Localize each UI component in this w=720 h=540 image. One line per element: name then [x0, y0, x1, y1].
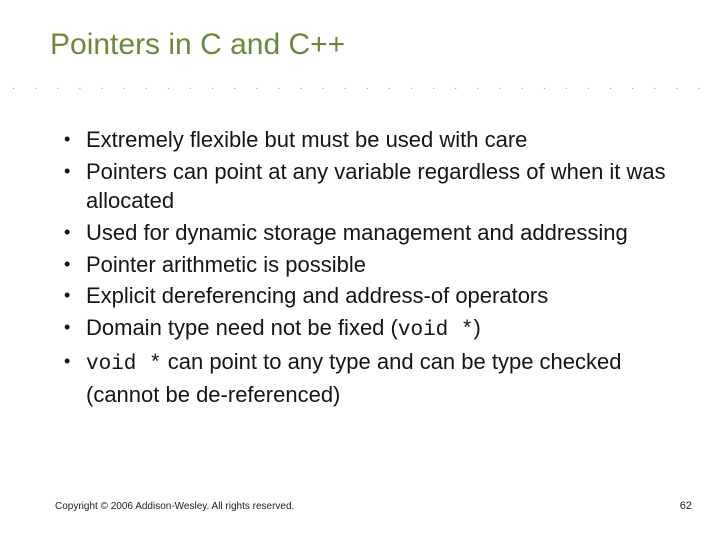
slide: Pointers in C and C++ . . . . . . . . . … — [0, 0, 720, 540]
bullet-item: Extremely flexible but must be used with… — [60, 125, 680, 155]
bullet-text-suffix: ) — [473, 315, 480, 340]
bullet-code: void * — [398, 319, 474, 342]
bullet-code: void * — [86, 353, 162, 376]
divider-dots: . . . . . . . . . . . . . . . . . . . . … — [12, 80, 708, 90]
bullet-item: void * can point to any type and can be … — [60, 347, 680, 409]
bullet-text-prefix: Domain type need not be fixed ( — [86, 315, 398, 340]
bullet-list: Extremely flexible but must be used with… — [60, 125, 680, 410]
bullet-text: Extremely flexible but must be used with… — [86, 127, 527, 152]
bullet-item: Domain type need not be fixed (void *) — [60, 313, 680, 345]
bullet-item: Used for dynamic storage management and … — [60, 218, 680, 248]
bullet-text: Used for dynamic storage management and … — [86, 220, 628, 245]
slide-title: Pointers in C and C++ — [0, 0, 720, 62]
bullet-item: Pointer arithmetic is possible — [60, 250, 680, 280]
bullet-text: can point to any type and can be type ch… — [86, 349, 622, 406]
bullet-item: Explicit dereferencing and address-of op… — [60, 281, 680, 311]
bullet-text: Explicit dereferencing and address-of op… — [86, 283, 548, 308]
copyright-footer: Copyright © 2006 Addison-Wesley. All rig… — [55, 501, 294, 512]
bullet-text: Pointer arithmetic is possible — [86, 252, 366, 277]
slide-body: Extremely flexible but must be used with… — [60, 125, 680, 412]
bullet-item: Pointers can point at any variable regar… — [60, 157, 680, 216]
page-number: 62 — [680, 500, 692, 512]
bullet-text: Pointers can point at any variable regar… — [86, 159, 666, 214]
